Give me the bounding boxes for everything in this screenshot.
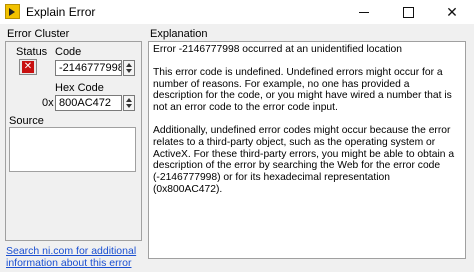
maximize-icon (402, 6, 414, 18)
explanation-paragraph: Error -2146777998 occurred at an unident… (153, 44, 403, 55)
explanation-paragraph: This error code is undefined. Undefined … (153, 66, 452, 114)
increment-arrow-icon[interactable] (126, 63, 132, 67)
decrement-arrow-icon[interactable] (126, 69, 132, 73)
maximize-button[interactable] (386, 0, 430, 24)
status-label: Status (16, 46, 48, 58)
error-cluster-title: Error Cluster (7, 28, 70, 40)
hex-code-field[interactable]: 800AC472 (55, 95, 122, 111)
window-title: Explain Error (26, 5, 96, 19)
hex-code-label: Hex Code (55, 82, 104, 94)
code-field[interactable]: -2146777998 (55, 60, 122, 76)
minimize-button[interactable] (342, 0, 386, 24)
explanation-title: Explanation (150, 28, 208, 40)
explanation-text-box[interactable]: Error -2146777998 occurred at an unident… (148, 41, 466, 259)
source-label: Source (9, 115, 44, 127)
hex-code-stepper[interactable] (123, 95, 135, 111)
title-bar: Explain Error ✕ (0, 0, 474, 24)
close-button[interactable]: ✕ (430, 0, 474, 24)
search-ni-link[interactable]: Search ni.com for additional information… (6, 245, 146, 269)
source-field[interactable] (9, 127, 136, 172)
code-label: Code (55, 46, 82, 58)
decrement-arrow-icon[interactable] (126, 104, 132, 108)
minimize-icon (359, 11, 369, 13)
labview-app-icon (5, 4, 20, 19)
hex-prefix-label: 0x (42, 97, 54, 109)
explanation-paragraph: Additionally, undefined error codes migh… (153, 124, 455, 195)
increment-arrow-icon[interactable] (126, 98, 132, 102)
code-stepper[interactable] (123, 60, 135, 76)
error-x-icon: ✕ (22, 61, 34, 73)
close-icon: ✕ (446, 4, 458, 20)
status-indicator[interactable]: ✕ (19, 59, 37, 75)
